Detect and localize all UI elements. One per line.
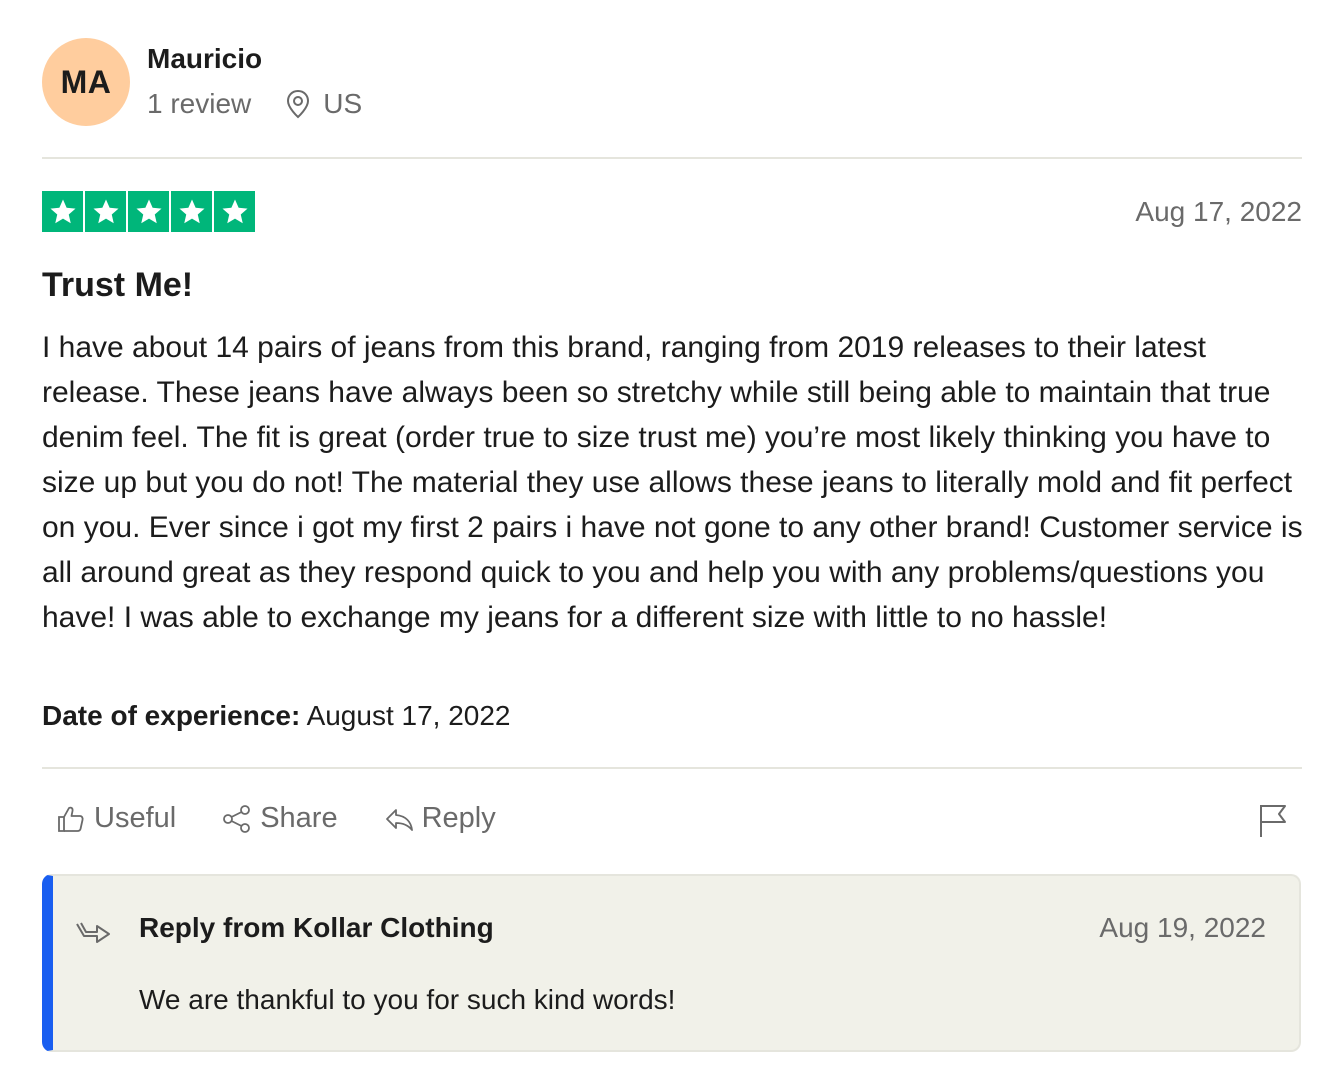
reply-title: Reply from Kollar Clothing xyxy=(139,912,494,943)
reviewer-name[interactable]: Mauricio xyxy=(147,43,262,75)
reviewer-location: US xyxy=(323,88,363,119)
flag-icon[interactable] xyxy=(1258,803,1288,839)
reply-text: We are thankful to you for such kind wor… xyxy=(139,984,676,1015)
reply-label: Reply xyxy=(421,802,496,834)
review-title[interactable]: Trust Me! xyxy=(42,266,193,305)
share-button[interactable]: Share xyxy=(222,802,338,835)
company-reply: Reply from Kollar Clothing Aug 19, 2022 … xyxy=(42,874,1301,1052)
experience-date: August 17, 2022 xyxy=(306,700,511,731)
divider xyxy=(42,767,1302,769)
divider xyxy=(42,157,1302,159)
star-icon xyxy=(42,191,83,232)
avatar[interactable]: MA xyxy=(42,38,130,126)
useful-label: Useful xyxy=(94,802,177,834)
reply-button[interactable]: Reply xyxy=(384,802,496,835)
company-reply-icon xyxy=(76,922,110,943)
star-icon xyxy=(171,191,212,232)
useful-button[interactable]: Useful xyxy=(56,802,176,835)
review-date: Aug 17, 2022 xyxy=(1135,196,1302,227)
date-of-experience: Date of experience: August 17, 2022 xyxy=(42,700,511,732)
review-actions: Useful Share Reply xyxy=(56,802,542,835)
review-count: 1 review xyxy=(147,88,252,119)
star-icon xyxy=(85,191,126,232)
reply-arrow-icon xyxy=(385,808,413,831)
share-label: Share xyxy=(260,802,338,834)
review-body: I have about 14 pairs of jeans from this… xyxy=(42,331,1303,634)
star-icon xyxy=(214,191,255,232)
share-icon xyxy=(223,804,251,833)
location-pin-icon xyxy=(287,89,310,119)
star-icon xyxy=(128,191,169,232)
star-rating xyxy=(42,191,257,232)
thumbs-up-icon xyxy=(58,806,84,832)
reviewer-header: MA Mauricio 1 review US xyxy=(42,38,1302,128)
reply-date: Aug 19, 2022 xyxy=(1099,912,1266,943)
experience-label: Date of experience: xyxy=(42,700,301,731)
reviewer-meta: 1 review US xyxy=(147,88,362,120)
